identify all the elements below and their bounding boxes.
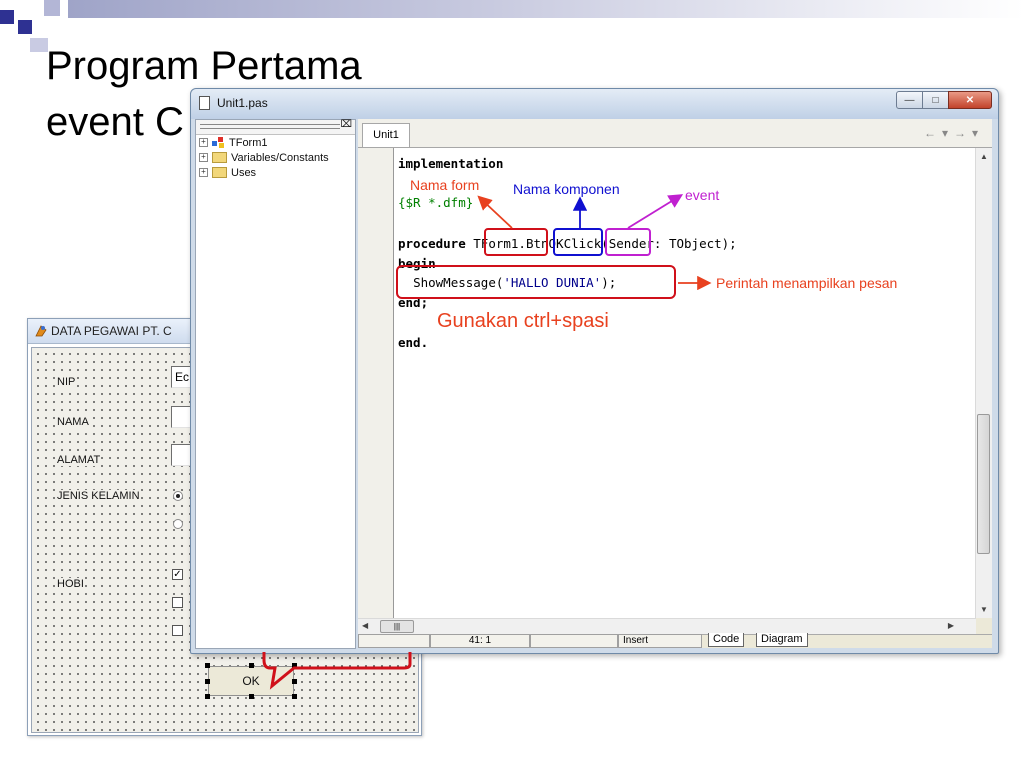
arrow-nama-form	[477, 195, 513, 229]
annotation-arrows	[262, 194, 712, 690]
callout-ok-button	[262, 652, 412, 690]
arrow-event	[627, 194, 684, 229]
